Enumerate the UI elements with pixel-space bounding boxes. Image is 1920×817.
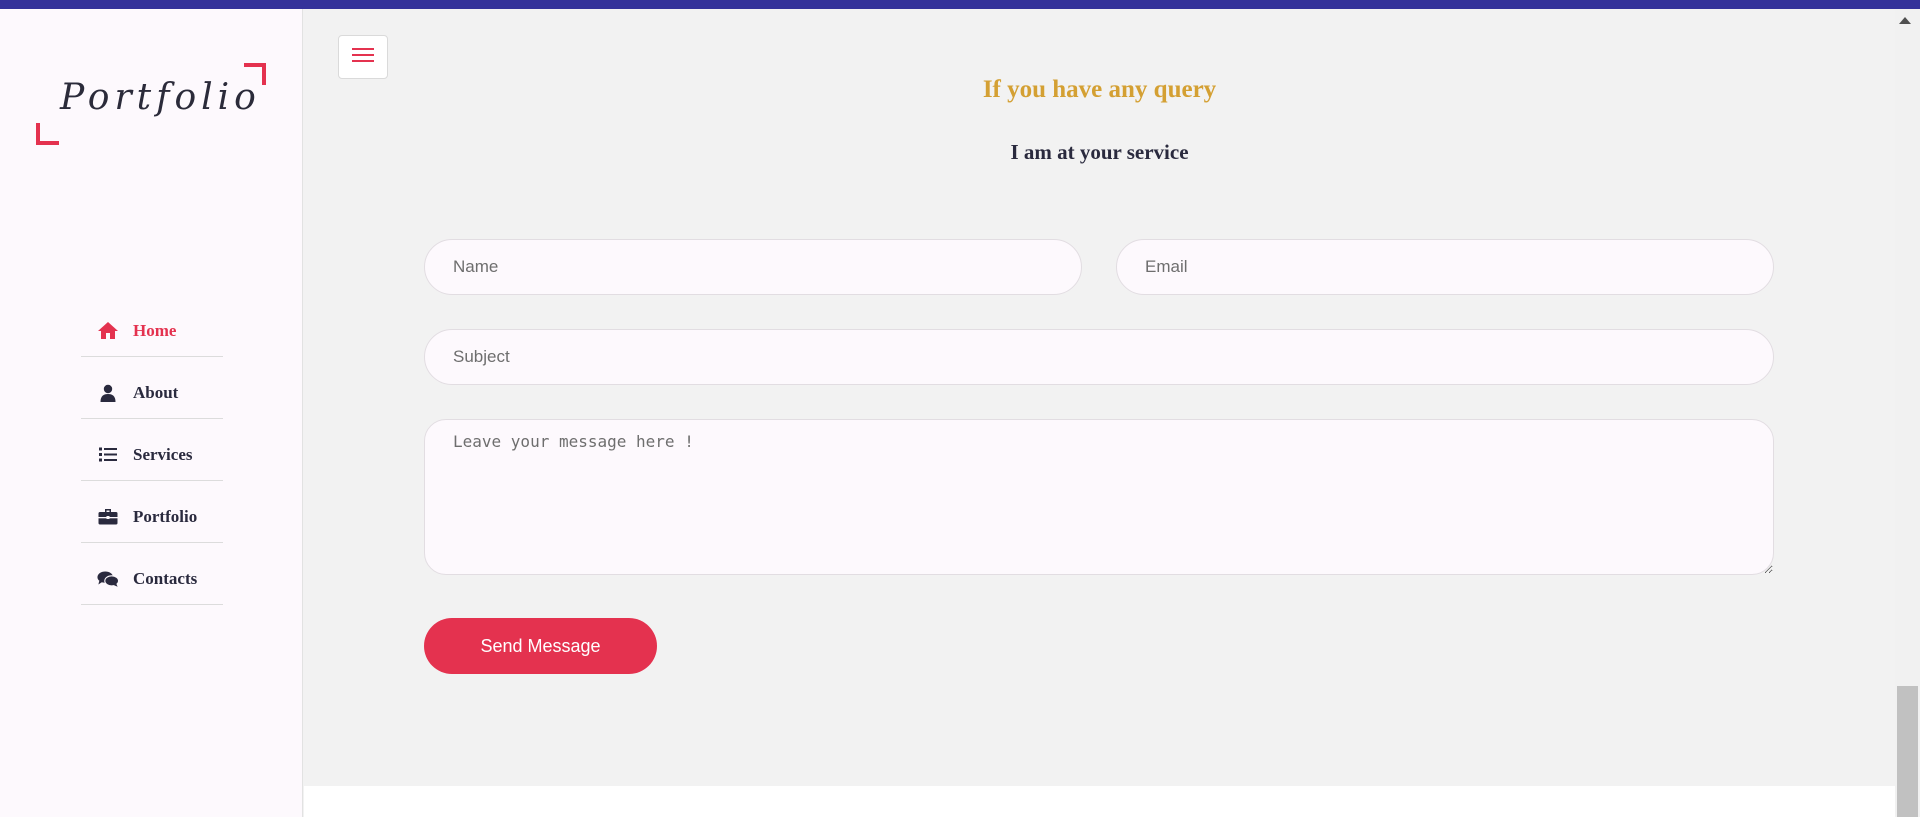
contact-heading: If you have any query (982, 76, 1217, 103)
logo[interactable]: Portfolio (36, 63, 268, 145)
logo-text: Portfolio (60, 77, 261, 118)
sidebar-item-label: Home (133, 320, 177, 340)
email-input[interactable] (1116, 239, 1774, 295)
subject-input[interactable] (424, 329, 1774, 385)
scrollbar-thumb[interactable] (1897, 686, 1918, 817)
message-textarea[interactable] (424, 419, 1774, 575)
sidebar-item-label: Services (133, 444, 193, 464)
hamburger-menu-icon (352, 46, 374, 69)
sidebar-item-contacts[interactable]: Contacts (81, 543, 223, 605)
sidebar-item-home[interactable]: Home (81, 295, 223, 357)
top-accent-bar (0, 0, 1920, 9)
sidebar-item-portfolio[interactable]: Portfolio (81, 481, 223, 543)
send-message-button[interactable]: Send Message (424, 618, 657, 674)
comments-icon (97, 569, 119, 589)
sidebar-nav: Home About Services Portfolio Contacts (81, 295, 223, 605)
scroll-up-arrow-icon[interactable] (1899, 17, 1911, 24)
sidebar-item-about[interactable]: About (81, 357, 223, 419)
footer-strip (304, 786, 1895, 817)
logo-corner-bottom-left (36, 123, 59, 145)
list-icon (97, 445, 119, 465)
user-icon (97, 383, 119, 403)
sidebar-item-services[interactable]: Services (81, 419, 223, 481)
sidebar-item-label: Contacts (133, 568, 198, 588)
home-icon (97, 321, 119, 341)
name-input[interactable] (424, 239, 1082, 295)
briefcase-icon (97, 507, 119, 527)
contact-subheading: I am at your service (1010, 140, 1189, 164)
menu-toggle-button[interactable] (338, 35, 388, 79)
sidebar: Portfolio Home About Services Portfolio (0, 9, 303, 817)
sidebar-item-label: Portfolio (133, 506, 198, 526)
sidebar-item-label: About (133, 382, 179, 402)
